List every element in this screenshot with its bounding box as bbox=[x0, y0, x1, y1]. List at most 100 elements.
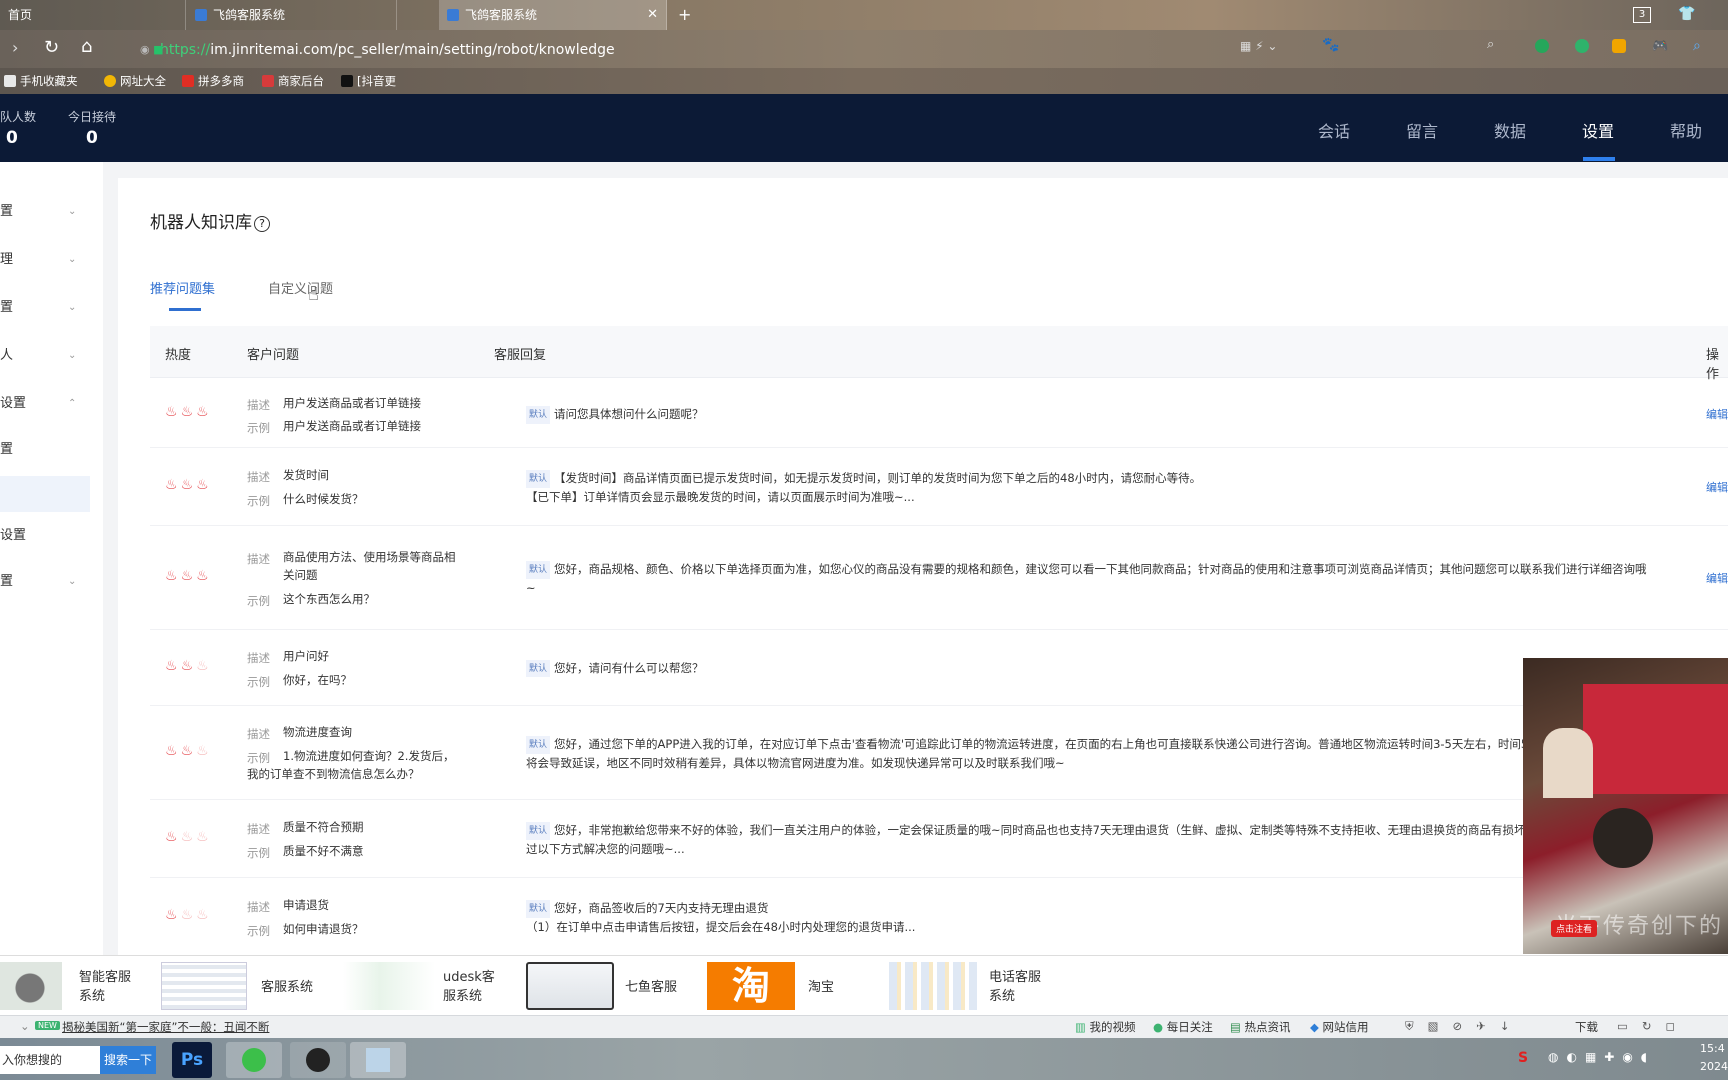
ad-label[interactable]: 客服系统 bbox=[261, 978, 313, 997]
sogou-ime-icon[interactable]: S bbox=[1518, 1050, 1528, 1066]
news-headline[interactable]: 揭秘美国新“第一家庭”不一般：丑闻不断 bbox=[62, 1019, 269, 1035]
ad-thumbnail[interactable] bbox=[161, 962, 247, 1010]
table-row: ♨♨♨ 描述 发货时间 示例 什么时候发货？ 默认 【发货时间】商品详情页面已提示发货时间，… bbox=[150, 448, 1728, 526]
ad-label[interactable]: 七鱼客服 bbox=[625, 978, 677, 997]
bookmark-douyin[interactable]: [抖音更 bbox=[341, 72, 396, 90]
help-circle-icon[interactable]: ? bbox=[254, 216, 270, 232]
sidebar-subitem[interactable]: 置 bbox=[0, 438, 90, 462]
ad-thumbnail[interactable] bbox=[526, 962, 614, 1010]
video-subscribe-button[interactable]: 点击注看 bbox=[1551, 920, 1598, 937]
forward-icon[interactable]: › bbox=[12, 38, 18, 57]
shirt-icon[interactable]: 👕 bbox=[1678, 6, 1695, 22]
floating-video-player[interactable]: 光下传奇创下的 点击注看 bbox=[1523, 658, 1728, 954]
ad-thumbnail[interactable] bbox=[889, 962, 977, 1010]
sidebar-item[interactable]: 置 ⌄ bbox=[0, 200, 90, 224]
table-row: ♨♨♨描述用户问好示例你好，在吗？默认您好，请问有什么可以帮您？编辑 bbox=[150, 630, 1728, 706]
new-tab-icon[interactable]: + bbox=[678, 5, 691, 24]
search-extension-icon[interactable]: ⌕ bbox=[1693, 38, 1701, 54]
daily-focus-link[interactable]: ● 每日关注 bbox=[1153, 1019, 1213, 1035]
example-label: 示例 bbox=[247, 421, 270, 435]
nav-help[interactable]: 帮助 bbox=[1670, 118, 1702, 142]
bookmark-label: 商家后台 bbox=[278, 74, 324, 88]
browser-app-icon[interactable] bbox=[226, 1042, 282, 1078]
tab-count-badge[interactable]: 3 bbox=[1633, 7, 1651, 23]
tab-custom[interactable]: 自定义问题 bbox=[268, 278, 333, 297]
default-tag: 默认 bbox=[526, 900, 551, 918]
nav-settings[interactable]: 设置 bbox=[1582, 118, 1614, 142]
heat-rating: ♨♨♨ bbox=[165, 658, 212, 674]
flame-inactive-icon: ♨ bbox=[196, 829, 212, 845]
reload-icon[interactable]: ↻ bbox=[44, 37, 59, 58]
sidebar-item[interactable]: 理 ⌄ bbox=[0, 248, 90, 272]
flame-icon: ♨ bbox=[196, 404, 212, 420]
ad-label[interactable]: 淘宝 bbox=[808, 978, 834, 997]
edit-link[interactable]: 编辑 bbox=[1706, 406, 1728, 422]
ad-label[interactable]: 智能客服 系统 bbox=[79, 968, 131, 1006]
tab-recommended[interactable]: 推荐问题集 bbox=[150, 278, 215, 297]
shield-extension-icon[interactable] bbox=[1612, 39, 1626, 53]
search-icon[interactable]: ⌕ bbox=[1487, 37, 1494, 52]
browser-tab-feige-2[interactable]: 飞鸽客服系统 ✕ bbox=[439, 0, 667, 30]
flame-icon: ♨ bbox=[165, 404, 181, 420]
knowledge-base-panel: 机器人知识库? 推荐问题集 自定义问题 ☝ 热度 客户问题 客服回复 操作 ♨♨… bbox=[118, 178, 1728, 956]
status-tool-icons[interactable]: ⛨▧⊘✈↓ bbox=[1405, 1019, 1523, 1034]
paw-icon[interactable]: 🐾 bbox=[1322, 37, 1339, 53]
download-link[interactable]: 下载 bbox=[1575, 1019, 1598, 1035]
home-icon[interactable]: ⌂ bbox=[81, 36, 92, 57]
nav-conversation[interactable]: 会话 bbox=[1318, 118, 1350, 142]
bookmark-pinduoduo[interactable]: 拼多多商 bbox=[182, 72, 244, 90]
close-tab-icon[interactable]: ✕ bbox=[647, 0, 658, 30]
nav-data[interactable]: 数据 bbox=[1494, 118, 1526, 142]
nav-messages[interactable]: 留言 bbox=[1406, 118, 1438, 142]
taskbar-search-button[interactable]: 搜索一下 bbox=[100, 1046, 156, 1074]
tray-icons[interactable]: ◍◐▦✚◉◖ bbox=[1548, 1050, 1655, 1064]
flame-icon: ♨ bbox=[196, 568, 212, 584]
desc-label: 描述 bbox=[247, 651, 270, 665]
bookmarks-bar: 手机收藏夹 网址大全 拼多多商 商家后台 [抖音更 bbox=[0, 68, 1728, 94]
browser-tab-home[interactable]: 首页 bbox=[0, 0, 186, 30]
news-item-label: 每日关注 bbox=[1166, 1020, 1213, 1034]
sidebar-item-label: 置 bbox=[0, 204, 14, 219]
sidebar-item[interactable]: 人 ⌄ bbox=[0, 344, 90, 368]
gamepad-icon[interactable]: 🎮 bbox=[1652, 39, 1668, 54]
site-credit-link[interactable]: ◆ 网站信用 bbox=[1310, 1019, 1369, 1035]
sidebar-item[interactable]: 置 ⌄ bbox=[0, 296, 90, 320]
sidebar-item[interactable]: 置 ⌄ bbox=[0, 570, 90, 594]
bookmark-merchant-backend[interactable]: 商家后台 bbox=[262, 72, 324, 90]
news-item-label: 热点资讯 bbox=[1244, 1020, 1291, 1034]
taobao-logo-icon[interactable]: 淘 bbox=[707, 962, 795, 1010]
address-bar[interactable]: ◉ ■ https://im.jinritemai.com/pc_seller/… bbox=[130, 38, 1230, 62]
edit-link[interactable]: 编辑 bbox=[1706, 479, 1728, 495]
reader-icon[interactable]: ▦ ⚡ ⌄ bbox=[1240, 39, 1277, 53]
sidebar: 置 ⌄ 理 ⌄ 置 ⌄ 人 ⌄ 设置 ⌃ 置 设置 置 ⌄ bbox=[0, 162, 103, 955]
video-icon: ▥ bbox=[1075, 1020, 1090, 1034]
edit-link[interactable]: 编辑 bbox=[1706, 570, 1728, 586]
default-tag: 默认 bbox=[526, 406, 551, 424]
ad-label[interactable]: udesk客 服系统 bbox=[443, 968, 495, 1006]
sidebar-subitem[interactable]: 设置 bbox=[0, 524, 90, 548]
active-tab-indicator bbox=[169, 308, 201, 311]
my-videos-link[interactable]: ▥ 我的视频 bbox=[1075, 1019, 1136, 1035]
photoshop-icon[interactable]: Ps bbox=[172, 1042, 212, 1078]
obs-app-icon[interactable] bbox=[290, 1042, 346, 1078]
extension-green-icon[interactable] bbox=[1535, 39, 1549, 53]
stat-value: 0 bbox=[6, 128, 18, 148]
ad-thumbnail[interactable] bbox=[343, 962, 435, 1010]
bookmark-hao123[interactable]: 网址大全 bbox=[104, 72, 166, 90]
question-example: 如何申请退货？ bbox=[283, 922, 364, 936]
chevron-down-icon[interactable]: ⌄ bbox=[20, 1019, 30, 1033]
translate-extension-icon[interactable] bbox=[1575, 39, 1589, 53]
window-tool-icons[interactable]: ▭↻◻ bbox=[1617, 1019, 1689, 1033]
sidebar-item-robot-settings[interactable]: 设置 ⌃ bbox=[0, 392, 90, 416]
browser-tab-feige-1[interactable]: 飞鸽客服系统 bbox=[187, 0, 397, 30]
hot-news-link[interactable]: ▤ 热点资讯 bbox=[1230, 1019, 1291, 1035]
ad-label[interactable]: 电话客服 系统 bbox=[989, 968, 1041, 1006]
question-desc: 发货时间 bbox=[283, 468, 329, 482]
ad-thumbnail[interactable] bbox=[0, 962, 62, 1010]
table-row: ♨♨♨ 描述 物流进度查询 示例 1.物流进度如何查询？2.发货后，我的订单查不到物流信… bbox=[150, 706, 1728, 800]
taskbar-search-input[interactable]: 入你想搜的 bbox=[0, 1046, 100, 1074]
sidebar-subitem-knowledge[interactable] bbox=[0, 482, 90, 506]
bookmark-mobile[interactable]: 手机收藏夹 bbox=[4, 72, 78, 90]
app-window-icon[interactable] bbox=[350, 1042, 406, 1078]
heat-rating: ♨♨♨ bbox=[165, 829, 212, 845]
